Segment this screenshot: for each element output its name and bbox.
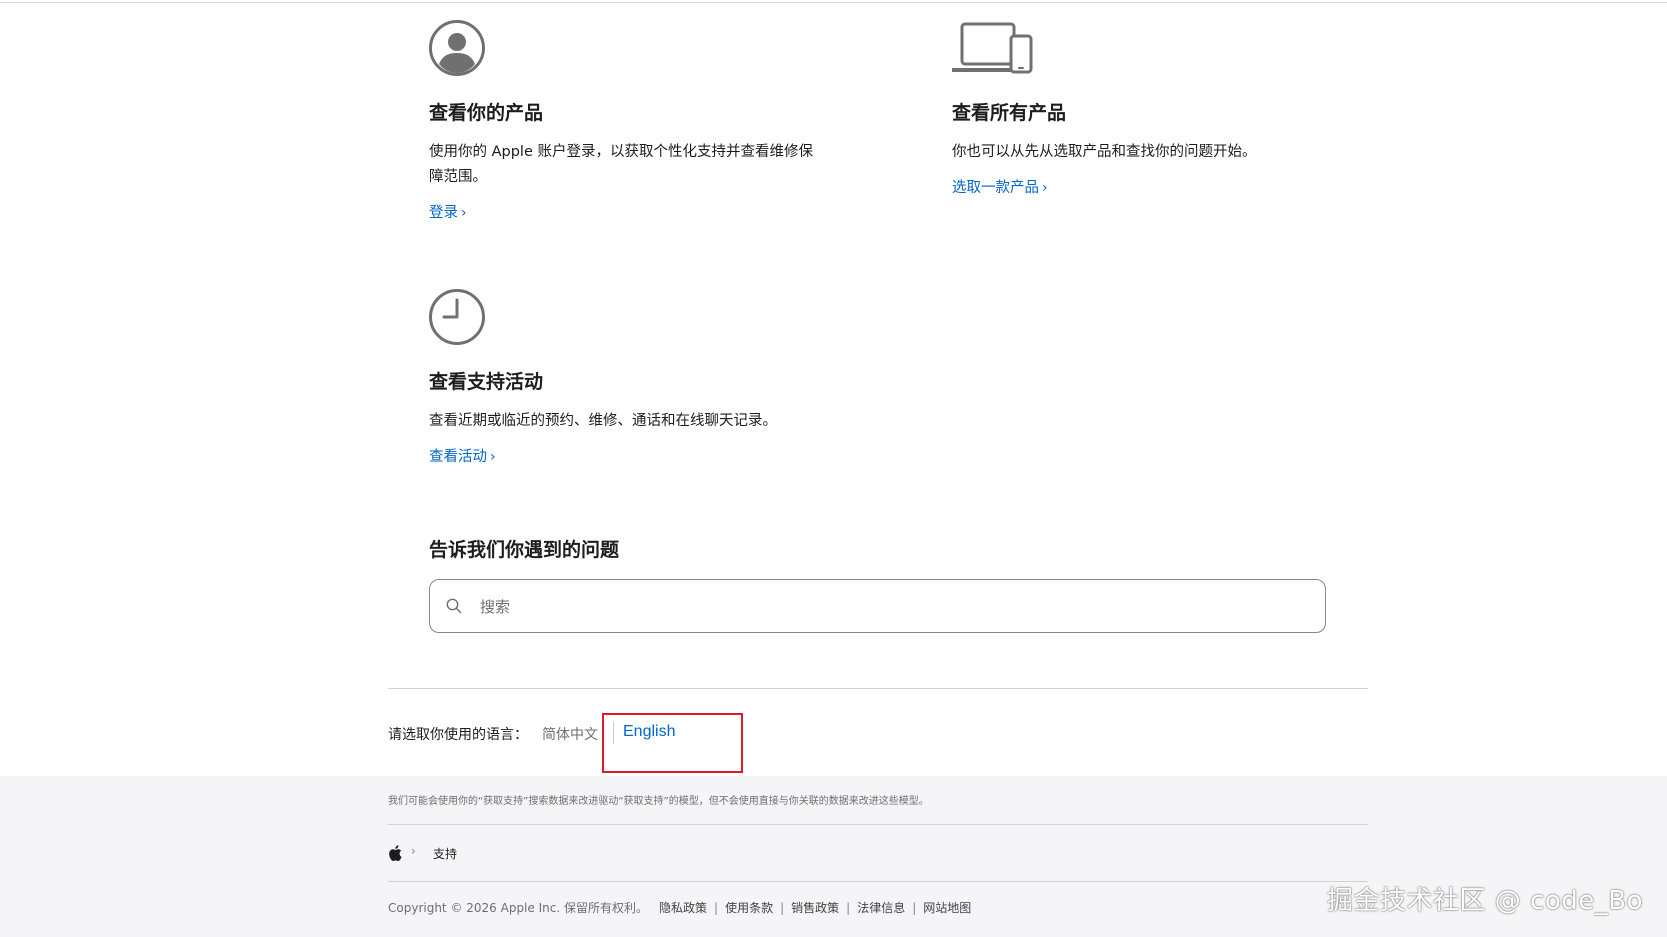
page: 查看你的产品 使用你的 Apple 账户登录，以获取个性化支持并查看维修保障范围… bbox=[0, 0, 1667, 937]
laptop-phone-icon bbox=[952, 22, 1033, 74]
card-description: 查看近期或临近的预约、维修、通话和在线聊天记录。 bbox=[429, 413, 777, 429]
footer-link-terms[interactable]: 使用条款 bbox=[725, 901, 773, 915]
chevron-right-icon: › bbox=[1042, 180, 1048, 196]
footer-disclaimer: 我们可能会使用你的“获取支持”搜索数据来改进驱动“获取支持”的模型，但不会使用直… bbox=[388, 796, 929, 807]
search-input[interactable] bbox=[478, 590, 1312, 624]
choose-product-link-label: 选取一款产品 bbox=[952, 180, 1039, 196]
highlight-annotation-box bbox=[602, 713, 743, 773]
chevron-right-icon: › bbox=[461, 205, 467, 221]
top-divider bbox=[0, 2, 1667, 3]
search-heading: 告诉我们你遇到的问题 bbox=[429, 539, 620, 561]
breadcrumb-support[interactable]: 支持 bbox=[433, 845, 457, 862]
watermark: 掘金技术社区 @ code_Bo bbox=[1327, 886, 1643, 916]
copyright: Copyright © 2026 Apple Inc. 保留所有权利。 bbox=[388, 901, 648, 915]
breadcrumb-chevron-icon: › bbox=[411, 844, 416, 858]
view-activity-link-label: 查看活动 bbox=[429, 449, 487, 465]
card-your-products: 查看你的产品 使用你的 Apple 账户登录，以获取个性化支持并查看维修保障范围… bbox=[429, 20, 819, 222]
search-icon bbox=[446, 598, 462, 614]
choose-product-link[interactable]: 选取一款产品 › bbox=[952, 176, 1048, 197]
sign-in-link-label: 登录 bbox=[429, 205, 458, 221]
card-title: 查看支持活动 bbox=[429, 371, 544, 393]
search-box[interactable] bbox=[429, 579, 1326, 633]
language-option-zh[interactable]: 简体中文 bbox=[542, 724, 598, 744]
card-title: 查看所有产品 bbox=[952, 102, 1067, 124]
footer-divider bbox=[388, 881, 1368, 882]
footer-links: 隐私政策 | 使用条款 | 销售政策 | 法律信息 | 网站地图 bbox=[659, 899, 971, 916]
footer-link-separator: | bbox=[846, 901, 851, 915]
card-description: 使用你的 Apple 账户登录，以获取个性化支持并查看维修保障范围。 bbox=[429, 144, 813, 185]
footer-link-separator: | bbox=[780, 901, 785, 915]
card-all-products: 查看所有产品 你也可以从先从选取产品和查找你的问题开始。 选取一款产品 › bbox=[952, 20, 1342, 197]
footer-link-separator: | bbox=[714, 901, 719, 915]
footer-link-legal[interactable]: 法律信息 bbox=[857, 901, 905, 915]
person-circle-icon bbox=[429, 20, 485, 76]
footer-link-privacy[interactable]: 隐私政策 bbox=[659, 901, 707, 915]
language-label: 请选取你使用的语言： bbox=[388, 727, 528, 743]
footer-link-sales-policy[interactable]: 销售政策 bbox=[791, 901, 839, 915]
footer-link-sitemap[interactable]: 网站地图 bbox=[923, 901, 971, 915]
view-activity-link[interactable]: 查看活动 › bbox=[429, 445, 496, 466]
chevron-right-icon: › bbox=[490, 449, 496, 465]
card-title: 查看你的产品 bbox=[429, 102, 544, 124]
card-description: 你也可以从先从选取产品和查找你的问题开始。 bbox=[952, 144, 1257, 160]
footer-divider bbox=[388, 824, 1368, 825]
clock-icon bbox=[429, 289, 485, 345]
section-divider bbox=[388, 688, 1368, 689]
footer-link-separator: | bbox=[912, 901, 917, 915]
sign-in-link[interactable]: 登录 › bbox=[429, 201, 467, 222]
card-support-activity: 查看支持活动 查看近期或临近的预约、维修、通话和在线聊天记录。 查看活动 › bbox=[429, 289, 849, 466]
apple-logo-icon[interactable] bbox=[388, 845, 402, 861]
